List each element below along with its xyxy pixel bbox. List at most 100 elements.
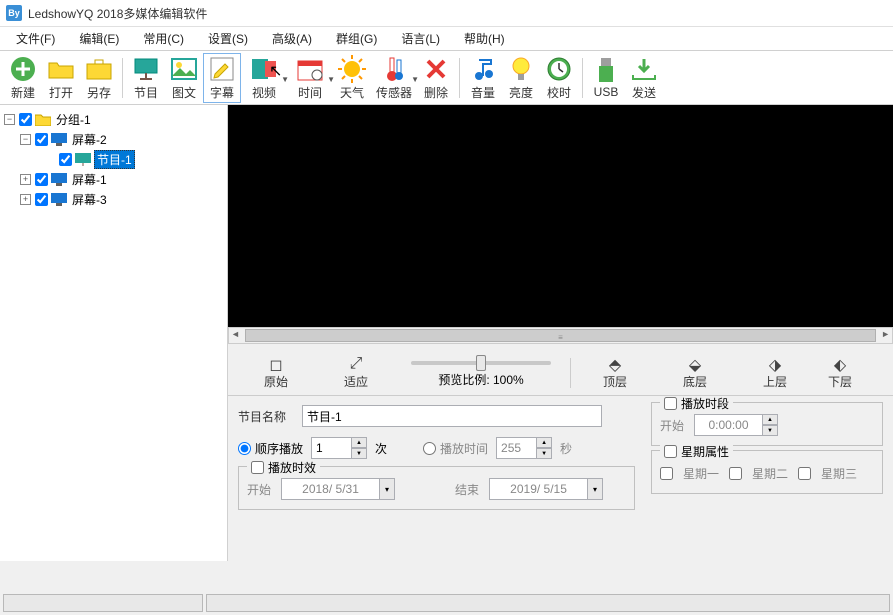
menu-edit[interactable]: 编辑(E) (69, 28, 129, 49)
tree-checkbox[interactable] (35, 173, 48, 186)
sensor-button[interactable]: ▼传感器 (371, 53, 417, 103)
volume-button[interactable]: 音量 (464, 53, 502, 103)
zoom-ratio-label: 预览比例: 100% (438, 371, 523, 388)
board-icon (132, 55, 160, 83)
folder-icon (35, 112, 51, 126)
date-dropdown[interactable]: ▾ (587, 478, 603, 500)
menu-group[interactable]: 群组(G) (326, 28, 387, 49)
delete-button[interactable]: 删除 (417, 53, 455, 103)
tree-panel: − 分组-1 − 屏幕-2 节目-1 + 屏幕-1 + 屏幕-3 (0, 105, 228, 561)
expand-icon[interactable]: + (20, 194, 31, 205)
collapse-icon[interactable]: − (4, 114, 15, 125)
toolbar-separator (122, 58, 123, 98)
menu-language[interactable]: 语言(L) (391, 28, 450, 49)
monitor-icon (51, 172, 67, 186)
spin-up[interactable]: ▲ (536, 437, 552, 448)
start-date-picker[interactable]: ▾ (281, 478, 395, 500)
wednesday-label: 星期三 (821, 465, 857, 482)
weather-button[interactable]: 天气 (333, 53, 371, 103)
layer-bottom-button[interactable]: ⬙底层 (655, 355, 735, 390)
tree-checkbox[interactable] (35, 133, 48, 146)
open-button[interactable]: 打开 (42, 53, 80, 103)
period-start-time[interactable]: ▲▼ (694, 414, 778, 436)
seconds-label: 秒 (560, 440, 572, 457)
start-label: 开始 (247, 481, 271, 498)
saveas-button[interactable]: 另存 (80, 53, 118, 103)
layer-up-button[interactable]: ⬗上层 (735, 355, 815, 390)
program-button[interactable]: 节目 (127, 53, 165, 103)
brightness-button[interactable]: 亮度 (502, 53, 540, 103)
layer-top-button[interactable]: ⬘顶层 (575, 355, 655, 390)
square-handles-icon: ◻ (269, 355, 282, 373)
program-name-input[interactable] (302, 405, 602, 427)
week-enable-checkbox[interactable] (664, 445, 677, 458)
zoom-slider[interactable] (411, 361, 551, 365)
monday-checkbox[interactable] (660, 467, 673, 480)
tree-label: 屏幕-1 (70, 171, 109, 188)
effect-enable-checkbox[interactable] (251, 461, 264, 474)
expand-icon[interactable]: + (20, 174, 31, 185)
subtitle-button[interactable]: 字幕 (203, 53, 241, 103)
expand-arrows-icon: ⤢ (350, 355, 363, 373)
timing-button[interactable]: 校时 (540, 53, 578, 103)
spin-up[interactable]: ▲ (762, 414, 778, 425)
tuesday-label: 星期二 (752, 465, 788, 482)
play-time-spinner[interactable]: ▲▼ (496, 437, 552, 459)
zoom-original-button[interactable]: ◻原始 (236, 355, 316, 390)
spin-down[interactable]: ▼ (351, 448, 367, 459)
layer-down-icon: ⬖ (834, 355, 846, 373)
menu-common[interactable]: 常用(C) (133, 28, 194, 49)
tree-program1[interactable]: 节目-1 (4, 149, 223, 169)
preview-controls: ◻原始 ⤢适应 预览比例: 100% ⬘顶层 ⬙底层 ⬗上层 ⬖下层 (228, 350, 893, 396)
seq-play-radio[interactable] (238, 442, 251, 455)
menu-help[interactable]: 帮助(H) (454, 28, 515, 49)
period-enable-checkbox[interactable] (664, 397, 677, 410)
status-cell-1 (3, 594, 203, 612)
menu-advanced[interactable]: 高级(A) (262, 28, 322, 49)
tree-group[interactable]: − 分组-1 (4, 109, 223, 129)
end-label: 结束 (455, 481, 479, 498)
horizontal-scrollbar[interactable]: ≡ (228, 327, 893, 344)
new-button[interactable]: 新建 (4, 53, 42, 103)
music-icon (469, 55, 497, 83)
spin-down[interactable]: ▼ (762, 425, 778, 436)
zoom-fit-button[interactable]: ⤢适应 (316, 355, 396, 390)
seq-count-spinner[interactable]: ▲▼ (311, 437, 367, 459)
tree-screen3[interactable]: + 屏幕-3 (4, 189, 223, 209)
layer-down-button[interactable]: ⬖下层 (815, 355, 865, 390)
collapse-icon[interactable]: − (20, 134, 31, 145)
download-icon (630, 55, 658, 83)
plus-icon (9, 55, 37, 83)
tree-label-selected: 节目-1 (94, 150, 135, 169)
end-date-picker[interactable]: ▾ (489, 478, 603, 500)
main-area: − 分组-1 − 屏幕-2 节目-1 + 屏幕-1 + 屏幕-3 (0, 105, 893, 561)
layer-bottom-icon: ⬙ (689, 355, 701, 373)
pencil-icon (208, 55, 236, 83)
wednesday-checkbox[interactable] (798, 467, 811, 480)
date-dropdown[interactable]: ▾ (379, 478, 395, 500)
play-time-radio[interactable] (423, 442, 436, 455)
usb-button[interactable]: USB (587, 53, 625, 103)
tree-checkbox[interactable] (59, 153, 72, 166)
video-button[interactable]: ▼视频 ↖ (241, 53, 287, 103)
slider-knob[interactable] (476, 355, 486, 371)
layer-top-icon: ⬘ (609, 355, 621, 373)
period-group-title: 播放时段 (681, 396, 729, 412)
seq-play-label: 顺序播放 (255, 440, 303, 457)
menu-file[interactable]: 文件(F) (6, 28, 65, 49)
playback-effect-group: 播放时效 开始 ▾ 结束 ▾ (238, 466, 635, 510)
send-button[interactable]: 发送 (625, 53, 663, 103)
zoom-slider-wrap: 预览比例: 100% (396, 357, 566, 388)
tree-screen2[interactable]: − 屏幕-2 (4, 129, 223, 149)
tree-screen1[interactable]: + 屏幕-1 (4, 169, 223, 189)
tree-checkbox[interactable] (35, 193, 48, 206)
time-button[interactable]: ▼时间 (287, 53, 333, 103)
imgtxt-button[interactable]: 图文 (165, 53, 203, 103)
image-icon (170, 55, 198, 83)
spin-down[interactable]: ▼ (536, 448, 552, 459)
tree-checkbox[interactable] (19, 113, 32, 126)
clock-icon (545, 55, 573, 83)
spin-up[interactable]: ▲ (351, 437, 367, 448)
tuesday-checkbox[interactable] (729, 467, 742, 480)
menu-settings[interactable]: 设置(S) (198, 28, 258, 49)
